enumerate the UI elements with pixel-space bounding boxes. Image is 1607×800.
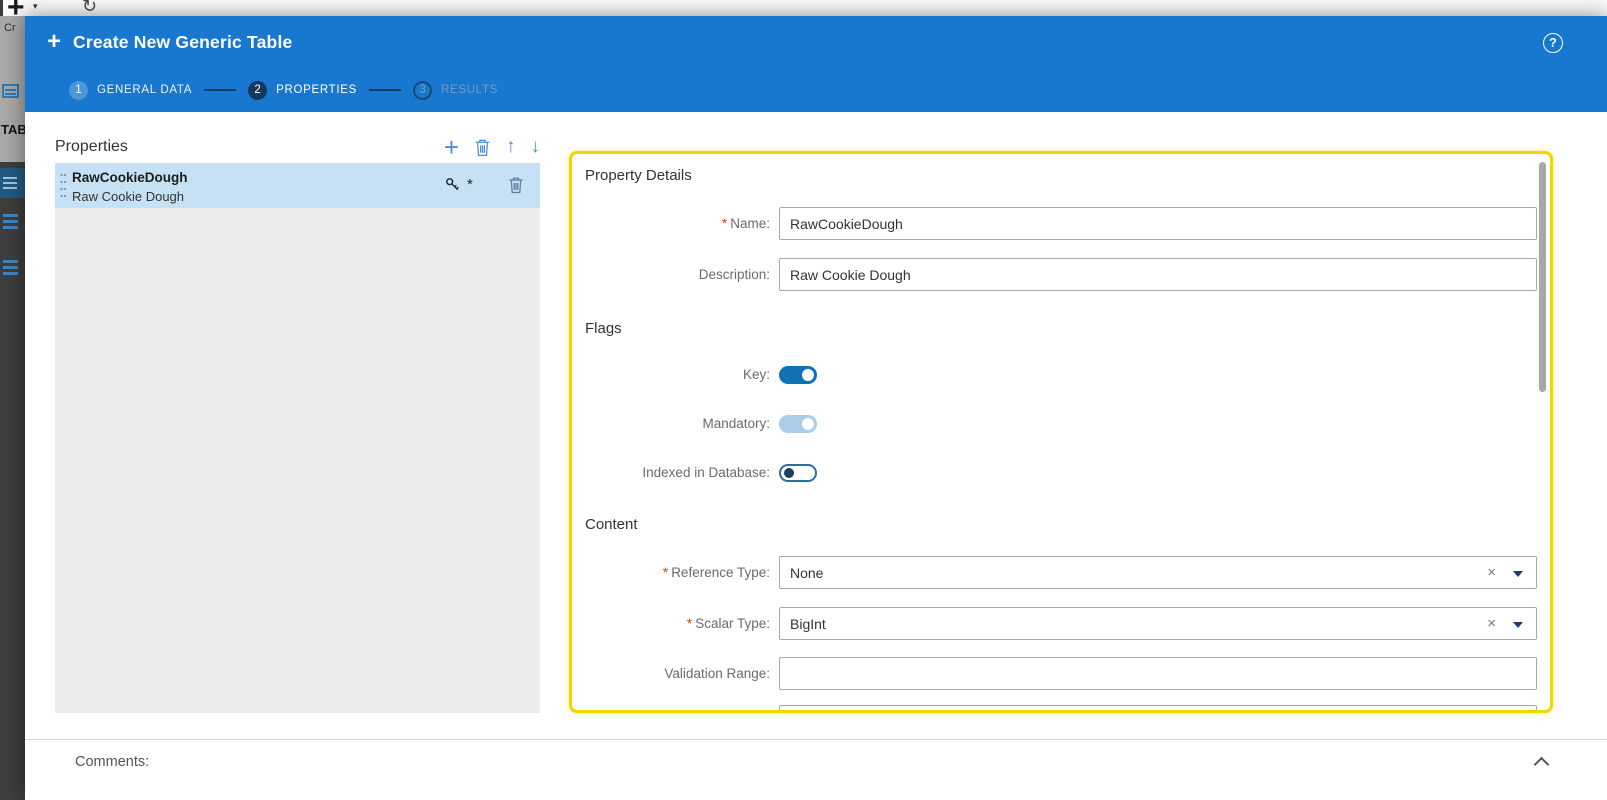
panel-scrollbar[interactable] (1539, 162, 1546, 392)
background-sidebar: Cr TAB (0, 16, 25, 800)
scalar-type-value: BigInt (790, 616, 826, 632)
property-list-item-selected[interactable]: RawCookieDough Raw Cookie Dough * (55, 163, 540, 208)
delete-property-button[interactable] (474, 138, 491, 157)
indexed-toggle[interactable] (779, 464, 817, 482)
property-details-panel: Property Details *Name: Description: Fla… (569, 151, 1553, 713)
application-window: + ▾ ↻ Cr TAB + Create New Generic Table … (0, 0, 1607, 800)
footer-divider (25, 739, 1607, 740)
name-input[interactable] (779, 207, 1537, 240)
step-results[interactable]: 3 RESULTS (413, 81, 498, 100)
sidebar-list-icon[interactable] (3, 260, 18, 275)
description-input[interactable] (779, 258, 1537, 291)
validation-range-label: Validation Range: (572, 657, 770, 690)
scalar-type-label: *Scalar Type: (572, 607, 770, 640)
mandatory-toggle (779, 415, 817, 433)
required-marker: * (687, 615, 692, 631)
wizard-steps: 1 GENERAL DATA 2 PROPERTIES 3 RESULTS (25, 68, 1607, 112)
key-label: Key: (572, 366, 770, 384)
step-number: 2 (248, 81, 267, 100)
step-number: 1 (69, 81, 88, 100)
clear-icon[interactable]: × (1487, 615, 1496, 632)
reference-type-select[interactable]: None × (779, 556, 1537, 589)
validation-range-input[interactable] (779, 657, 1537, 690)
chevron-down-icon[interactable] (1513, 571, 1523, 577)
drag-handle-icon[interactable] (59, 171, 67, 201)
delete-item-icon[interactable] (508, 176, 524, 194)
indexed-label: Indexed in Database: (572, 464, 770, 482)
step-number: 3 (413, 81, 432, 100)
background-sidebar-top: Cr TAB (0, 16, 25, 162)
mandatory-label: Mandatory: (572, 415, 770, 433)
section-flags: Flags (585, 320, 622, 337)
description-label: Description: (572, 258, 770, 291)
window-edge (0, 0, 3, 16)
sidebar-selected-item[interactable] (0, 168, 25, 198)
step-connector (204, 89, 236, 91)
key-toggle[interactable] (779, 366, 817, 384)
clear-icon[interactable]: × (1487, 564, 1496, 581)
required-marker: * (663, 564, 668, 580)
next-field-partial (779, 705, 1537, 713)
step-connector (369, 89, 401, 91)
name-label: *Name: (572, 207, 770, 240)
sidebar-list-icon[interactable] (3, 214, 18, 229)
background-toolbar: + ▾ ↻ (0, 0, 1607, 16)
step-properties[interactable]: 2 PROPERTIES (248, 81, 357, 100)
add-icon[interactable]: + (7, 0, 25, 16)
comments-label: Comments: (75, 754, 149, 770)
background-sidebar-bottom (0, 162, 25, 800)
clipped-tables-label: TAB (1, 122, 25, 137)
create-generic-table-dialog: + Create New Generic Table ? 1 GENERAL D… (25, 16, 1607, 800)
caret-down-icon[interactable]: ▾ (33, 1, 38, 12)
property-flags: * (445, 176, 473, 193)
step-label: PROPERTIES (276, 84, 357, 96)
step-general-data[interactable]: 1 GENERAL DATA (69, 81, 192, 100)
dialog-title: Create New Generic Table (73, 32, 292, 53)
move-up-button[interactable]: ↑ (506, 136, 516, 158)
plus-icon: + (47, 30, 61, 54)
required-marker: * (722, 215, 727, 231)
section-content: Content (585, 516, 638, 533)
section-property-details: Property Details (585, 167, 692, 184)
scalar-type-select[interactable]: BigInt × (779, 607, 1537, 640)
refresh-icon[interactable]: ↻ (82, 0, 97, 16)
table-grid-icon[interactable] (2, 84, 19, 98)
properties-list-header: Properties + ↑ ↓ (55, 132, 540, 162)
properties-list: RawCookieDough Raw Cookie Dough * (55, 163, 540, 713)
step-label: GENERAL DATA (97, 84, 192, 96)
move-down-button[interactable]: ↓ (531, 136, 541, 158)
reference-type-value: None (790, 565, 823, 581)
help-icon[interactable]: ? (1543, 33, 1563, 53)
dialog-header: + Create New Generic Table ? (25, 16, 1607, 68)
key-icon (445, 177, 460, 192)
required-marker: * (467, 176, 473, 193)
clipped-create-label: Cr (4, 22, 16, 34)
step-label: RESULTS (441, 84, 498, 96)
chevron-down-icon[interactable] (1513, 622, 1523, 628)
properties-title: Properties (55, 138, 429, 156)
collapse-chevron-up-icon[interactable] (1534, 757, 1550, 773)
reference-type-label: *Reference Type: (572, 556, 770, 589)
add-property-button[interactable]: + (444, 137, 459, 157)
